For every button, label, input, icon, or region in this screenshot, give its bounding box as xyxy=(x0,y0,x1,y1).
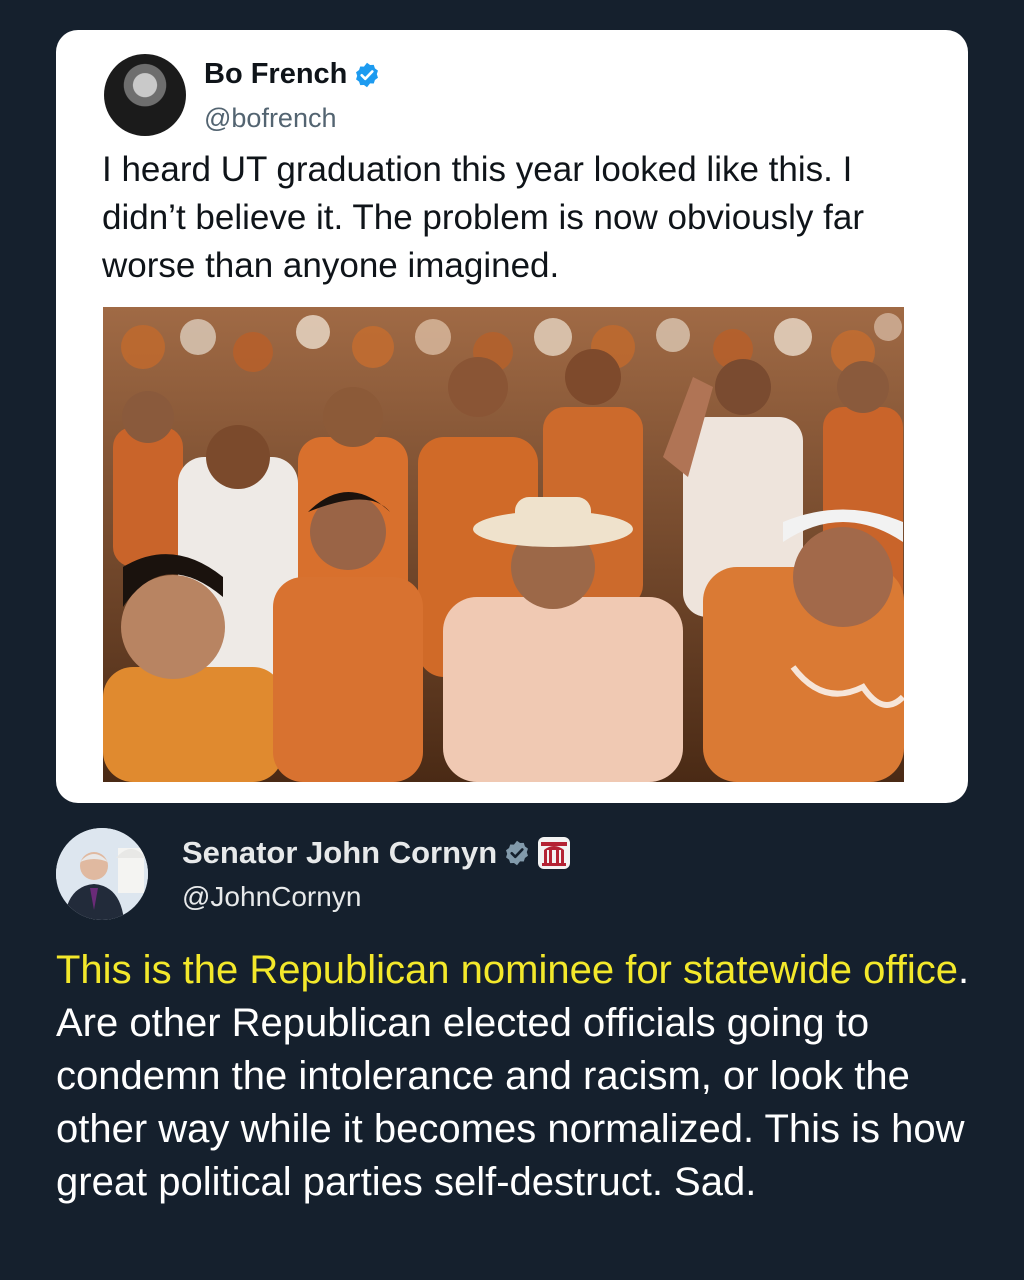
quoted-author-name[interactable]: Bo French xyxy=(204,58,347,91)
reply-author-name-row[interactable]: Senator John Cornyn xyxy=(182,835,571,871)
crowd-photo[interactable] xyxy=(103,307,904,782)
crowd-photo-illustration xyxy=(103,307,904,782)
verified-badge-icon xyxy=(356,62,379,87)
us-senate-badge-icon[interactable] xyxy=(537,836,571,870)
reply-author-handle[interactable]: @JohnCornyn xyxy=(182,881,361,913)
avatar-portrait xyxy=(56,828,148,920)
quoted-author-name-row[interactable]: Bo French xyxy=(204,58,381,91)
quoted-tweet-card[interactable]: Bo French @bofrench I heard UT graduatio… xyxy=(56,30,968,803)
john-cornyn-avatar[interactable] xyxy=(56,828,148,920)
reply-highlighted-text: This is the Republican nominee for state… xyxy=(56,948,958,992)
bo-french-avatar[interactable] xyxy=(104,54,186,136)
quoted-author-handle[interactable]: @bofrench xyxy=(204,103,336,134)
verified-badge-icon xyxy=(506,840,529,866)
reply-tweet-text: This is the Republican nominee for state… xyxy=(56,944,976,1209)
quoted-tweet-text: I heard UT graduation this year looked l… xyxy=(102,150,864,285)
reply-author-name[interactable]: Senator John Cornyn xyxy=(182,835,497,871)
